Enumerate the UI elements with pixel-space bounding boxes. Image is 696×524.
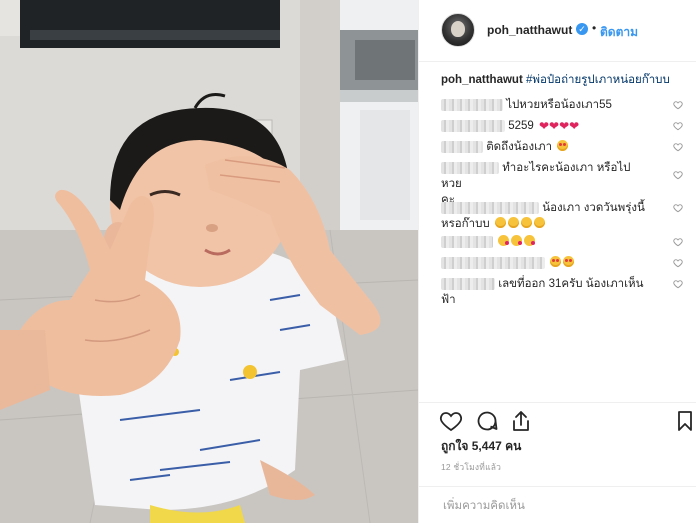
comment-row: ไปหวยหรือน้องเภา55	[441, 97, 696, 113]
comment-text-continued: หรอก๊าบบ	[441, 218, 490, 230]
blurred-username	[441, 278, 495, 290]
post-caption: poh_natthawut #พ่อป๋อถ่ายรูปเภาหน่อยก๊าบ…	[441, 73, 681, 88]
instagram-post: poh_natthawut ✓ • ติดตาม poh_natthawut #…	[0, 0, 696, 523]
caption-username[interactable]: poh_natthawut	[441, 74, 523, 86]
post-photo[interactable]	[0, 0, 418, 523]
kiss-emoji-icon	[498, 235, 510, 246]
blurred-username	[441, 257, 545, 269]
grin-emoji-icon	[494, 217, 506, 228]
blurred-username	[441, 120, 505, 132]
comments-list: poh_natthawut #พ่อป๋อถ่ายรูปเภาหน่อยก๊าบ…	[419, 62, 696, 402]
comment-text-continued: ฟ้า	[441, 294, 456, 306]
small-heart-icon[interactable]	[673, 121, 683, 131]
header-separator: •	[592, 21, 597, 35]
star-eyes-emoji-icon	[557, 140, 569, 151]
comment-text: ไปหวยหรือน้องเภา55	[506, 99, 612, 111]
grin-emoji-icon	[533, 217, 545, 228]
add-comment-input[interactable]	[441, 496, 675, 516]
star-eyes-emoji-icon	[550, 256, 562, 267]
comment-row	[441, 234, 696, 250]
follow-button[interactable]: ติดตาม	[600, 23, 638, 42]
blurred-username	[441, 236, 493, 248]
small-heart-icon[interactable]	[673, 142, 683, 152]
comment-row: น้องเภา งวดวันพรุ่งนี้ หรอก๊าบบ	[441, 200, 696, 232]
post-side-panel: poh_natthawut ✓ • ติดตาม poh_natthawut #…	[418, 0, 696, 523]
post-timestamp: 12 ชั่วโมงที่แล้ว	[441, 462, 502, 472]
comment-text: น้องเภา งวดวันพรุ่งนี้	[542, 202, 645, 214]
caption-hashtag[interactable]: #พ่อป๋อถ่ายรูปเภาหน่อยก๊าบบ	[526, 74, 670, 86]
blurred-username	[441, 202, 539, 214]
comment-row: เลขที่ออก 31ครับ น้องเภาเห็น ฟ้า	[441, 276, 696, 308]
share-icon[interactable]	[509, 409, 533, 433]
bookmark-icon[interactable]	[673, 409, 696, 433]
avatar[interactable]	[441, 13, 475, 47]
post-actions: ถูกใจ 5,447 คน 12 ชั่วโมงที่แล้ว	[419, 402, 696, 523]
red-heart-emoji-icon: ❤❤❤❤	[539, 119, 580, 133]
blurred-username	[441, 141, 483, 153]
header-username[interactable]: poh_natthawut	[487, 23, 572, 37]
grin-emoji-icon	[507, 217, 519, 228]
blurred-username	[441, 99, 503, 111]
comment-text: ติดถึงน้องเภา	[486, 141, 553, 153]
small-heart-icon[interactable]	[673, 203, 683, 213]
comment-text-block: น้องเภา งวดวันพรุ่งนี้ หรอก๊าบบ	[441, 200, 651, 232]
small-heart-icon[interactable]	[673, 100, 683, 110]
comment-text-block: เลขที่ออก 31ครับ น้องเภาเห็น ฟ้า	[441, 276, 651, 308]
small-heart-icon[interactable]	[673, 258, 683, 268]
comment-text: 5259	[508, 120, 534, 132]
comment-text: เลขที่ออก 31ครับ น้องเภาเห็น	[498, 278, 644, 290]
blurred-username	[441, 162, 499, 174]
heart-icon[interactable]	[439, 409, 463, 433]
add-comment-bar	[419, 486, 696, 524]
comment-row	[441, 255, 696, 271]
verified-badge-icon: ✓	[576, 23, 588, 35]
small-heart-icon[interactable]	[673, 237, 683, 247]
post-header: poh_natthawut ✓ • ติดตาม	[419, 0, 696, 62]
kiss-emoji-icon	[524, 235, 536, 246]
star-eyes-emoji-icon	[563, 256, 575, 267]
comment-row: ติดถึงน้องเภา	[441, 139, 696, 155]
kiss-emoji-icon	[511, 235, 523, 246]
grin-emoji-icon	[520, 217, 532, 228]
comment-icon[interactable]	[475, 409, 499, 433]
small-heart-icon[interactable]	[673, 279, 683, 289]
photo-illustration	[0, 0, 418, 523]
small-heart-icon[interactable]	[673, 170, 683, 180]
comment-row: 5259 ❤❤❤❤	[441, 118, 696, 134]
likes-count[interactable]: ถูกใจ 5,447 คน	[441, 437, 521, 456]
